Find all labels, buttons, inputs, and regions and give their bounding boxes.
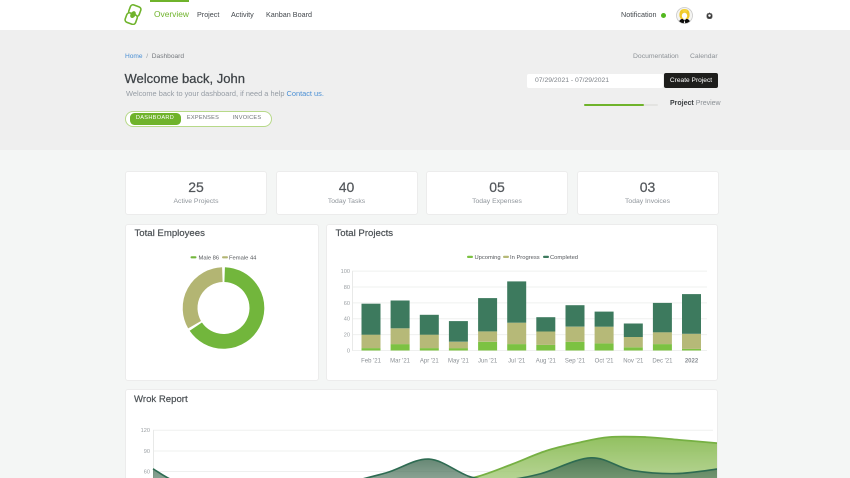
svg-text:90: 90 — [144, 449, 150, 455]
svg-text:Mar '21: Mar '21 — [390, 359, 410, 365]
svg-text:May '21: May '21 — [448, 359, 469, 365]
svg-text:40: 40 — [344, 317, 350, 323]
svg-text:60: 60 — [344, 301, 350, 307]
svg-text:2022: 2022 — [685, 359, 699, 365]
svg-text:Apr '21: Apr '21 — [420, 359, 439, 365]
svg-text:Male 86: Male 86 — [199, 255, 220, 261]
svg-text:0: 0 — [347, 349, 350, 355]
svg-text:Oct '21: Oct '21 — [595, 359, 614, 365]
svg-text:20: 20 — [344, 333, 350, 339]
svg-text:Dec '21: Dec '21 — [652, 359, 673, 365]
svg-text:Sep '21: Sep '21 — [565, 359, 586, 365]
svg-text:Jun '21: Jun '21 — [478, 359, 498, 365]
svg-text:Feb '21: Feb '21 — [361, 359, 381, 365]
svg-text:100: 100 — [341, 269, 350, 275]
svg-text:Jul '21: Jul '21 — [508, 359, 526, 365]
svg-text:In Progress: In Progress — [510, 255, 540, 261]
svg-text:Nov '21: Nov '21 — [623, 359, 644, 365]
svg-text:Aug '21: Aug '21 — [536, 359, 557, 365]
svg-text:60: 60 — [144, 470, 150, 476]
svg-text:80: 80 — [344, 285, 350, 291]
svg-text:120: 120 — [141, 428, 150, 434]
svg-text:Female 44: Female 44 — [229, 255, 257, 261]
svg-text:Upcoming: Upcoming — [475, 255, 501, 261]
svg-text:Completed: Completed — [550, 255, 578, 261]
